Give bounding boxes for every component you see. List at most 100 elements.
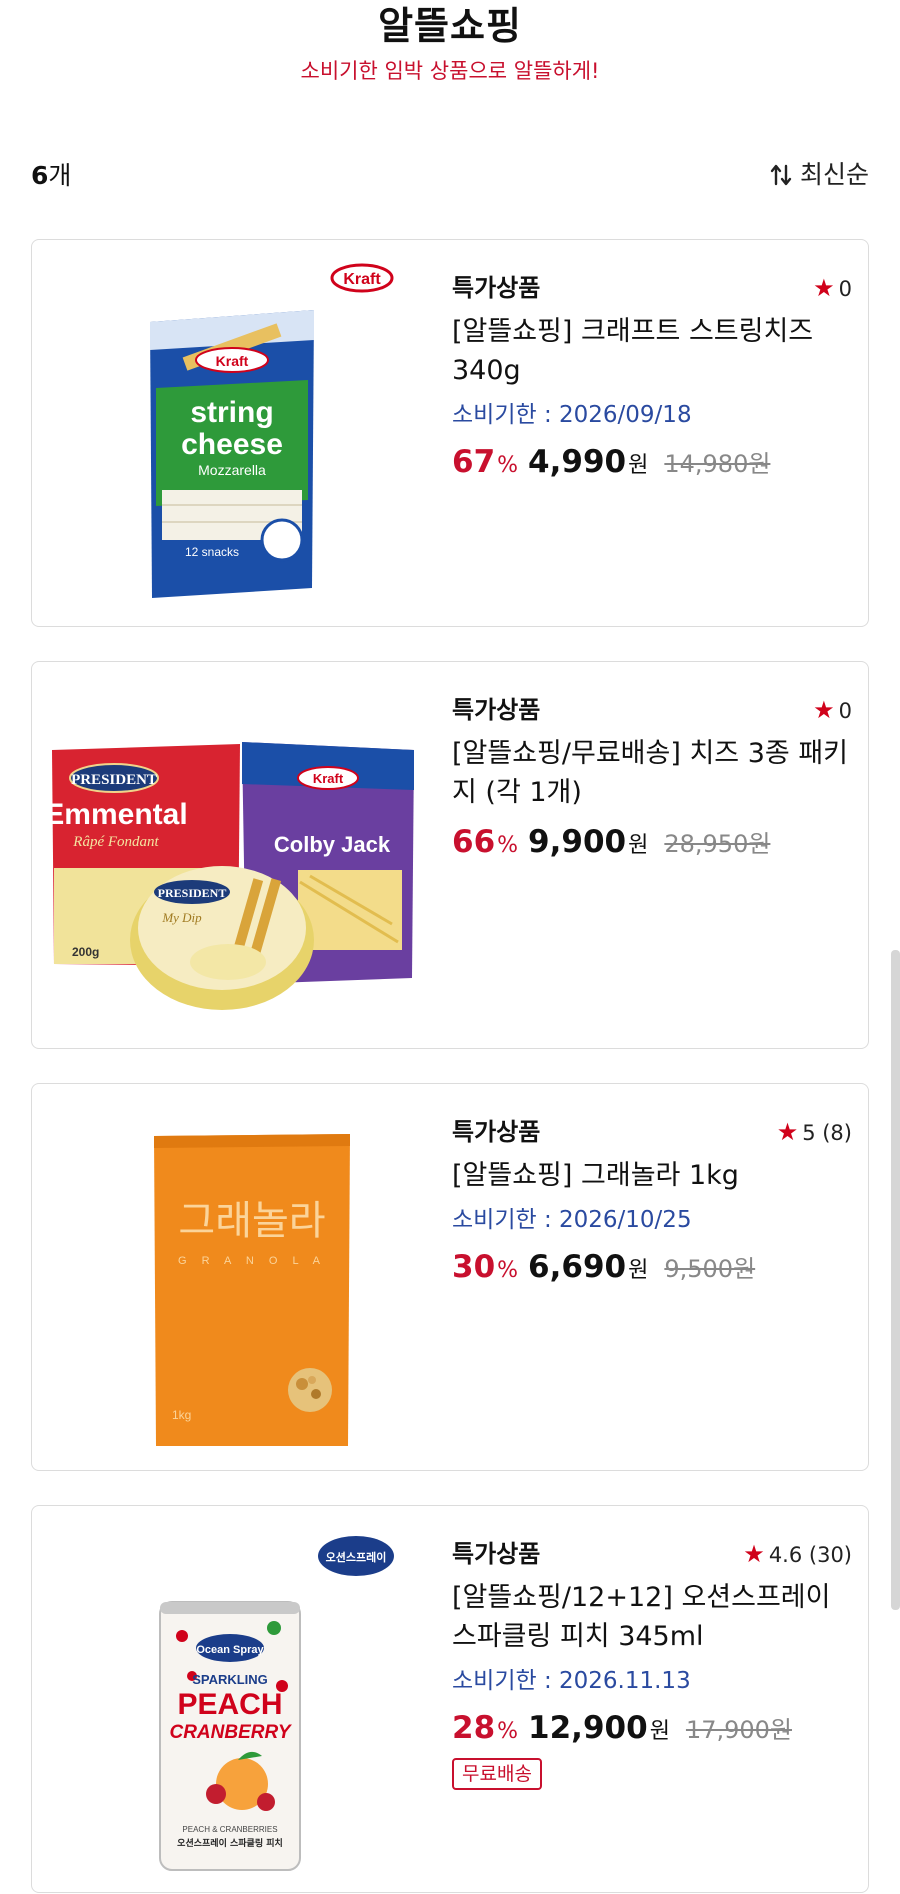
- granola-english-title: G R A N O L A: [178, 1255, 326, 1267]
- percent-sign: %: [497, 1258, 519, 1283]
- product-name[interactable]: [알뜰쇼핑] 크래프트 스트링치즈 340g: [452, 312, 852, 390]
- badge-row: 특가상품 ★ 5 (8): [452, 1112, 852, 1152]
- product-card[interactable]: Kraft Kraft string cheese Mozzarella 12 …: [31, 239, 869, 627]
- cranberry-label: CRANBERRY: [169, 1722, 292, 1743]
- ocean-spray-logo: 오션스프레이: [326, 1550, 387, 1564]
- expiry-date: 소비기한 : 2026.11.13: [452, 1668, 691, 1694]
- list-toolbar: 6개 최신순: [31, 152, 869, 200]
- badge-row: 특가상품 ★ 4.6 (30): [452, 1534, 852, 1574]
- badge-row: 특가상품 ★ 0: [452, 268, 852, 308]
- rating-value: 4.6 (30): [768, 1543, 852, 1567]
- won-unit: 원: [628, 1258, 649, 1283]
- star-icon: ★: [813, 274, 835, 302]
- star-icon: ★: [776, 1118, 799, 1146]
- sale-price: 6,690원: [528, 1249, 648, 1285]
- sale-price: 12,900원: [528, 1710, 670, 1746]
- expiry-date: 소비기한 : 2026/09/18: [452, 402, 692, 428]
- badge-row: 특가상품 ★ 0: [452, 690, 852, 730]
- rating: ★ 0: [813, 690, 852, 731]
- product-name[interactable]: [알뜰쇼핑] 그래놀라 1kg: [452, 1156, 852, 1195]
- won-unit: 원: [628, 833, 649, 858]
- president-logo-2: PRESIDENT: [158, 886, 227, 900]
- product-image[interactable]: 그래놀라 G R A N O L A 1kg: [42, 1094, 452, 1460]
- discount-value: 30: [452, 1249, 496, 1285]
- product-image[interactable]: 오션스프레이 Ocean Spray SPARKLING PEACH CRANB…: [42, 1516, 452, 1882]
- item-count-number: 6: [31, 161, 49, 190]
- peach-label: PEACH: [177, 1688, 282, 1721]
- rating-value: 0: [838, 277, 852, 301]
- sale-price-value: 9,900: [528, 824, 627, 860]
- percent-sign: %: [497, 833, 519, 858]
- percent-sign: %: [497, 1719, 519, 1744]
- sparkling-label: SPARKLING: [192, 1672, 268, 1687]
- page-title: 알뜰쇼핑: [378, 4, 522, 48]
- discount-rate: 67%: [452, 444, 518, 480]
- discount-value: 67: [452, 444, 496, 480]
- expiry-date: 소비기한 : 2026/10/25: [452, 1207, 692, 1233]
- sort-arrows-icon: [770, 163, 792, 187]
- granola-korean-title: 그래놀라: [178, 1198, 325, 1244]
- ocean-spray-can-logo: Ocean Spray: [196, 1644, 264, 1656]
- price-row: 30% 6,690원 9,500원: [452, 1249, 852, 1285]
- discount-value: 28: [452, 1710, 496, 1746]
- won-unit: 원: [628, 453, 649, 478]
- percent-sign: %: [497, 453, 519, 478]
- product-card[interactable]: 오션스프레이 Ocean Spray SPARKLING PEACH CRANB…: [31, 1505, 869, 1893]
- peach-cranberries-label: PEACH & CRANBERRIES: [182, 1825, 277, 1834]
- rating-value: 0: [838, 699, 852, 723]
- my-dip-label: My Dip: [161, 910, 202, 925]
- emmental-label: Emmental: [44, 798, 187, 831]
- sale-price: 9,900원: [528, 824, 648, 860]
- rating: ★ 4.6 (30): [743, 1534, 852, 1575]
- star-icon: ★: [743, 1540, 765, 1568]
- rating: ★ 0: [813, 268, 852, 309]
- pack-text-mozzarella: Mozzarella: [198, 462, 266, 478]
- product-info: 특가상품 ★ 0 [알뜰쇼핑] 크래프트 스트링치즈 340g 소비기한 : 20…: [452, 268, 852, 480]
- sort-label: 최신순: [799, 160, 869, 189]
- granola-weight: 1kg: [172, 1408, 191, 1422]
- rape-fondant-label: Râpé Fondant: [72, 834, 159, 850]
- colby-jack-label: Colby Jack: [274, 832, 391, 857]
- won-unit: 원: [649, 1719, 670, 1744]
- price-row: 28% 12,900원 17,900원: [452, 1710, 852, 1746]
- special-badge: 특가상품: [452, 696, 541, 724]
- product-name[interactable]: [알뜰쇼핑/12+12] 오션스프레이 스파클링 피치 345ml: [452, 1578, 852, 1656]
- product-name[interactable]: [알뜰쇼핑/무료배송] 치즈 3종 패키지 (각 1개): [452, 734, 852, 812]
- special-badge: 특가상품: [452, 274, 541, 302]
- special-badge: 특가상품: [452, 1118, 541, 1146]
- price-row: 67% 4,990원 14,980원: [452, 444, 852, 480]
- product-info: 특가상품 ★ 0 [알뜰쇼핑/무료배송] 치즈 3종 패키지 (각 1개) 66%…: [452, 690, 852, 860]
- president-logo-1: PRESIDENT: [71, 772, 157, 788]
- kraft-pack-logo: Kraft: [216, 353, 249, 369]
- page-subtitle: 소비기한 임박 상품으로 알뜰하게!: [300, 59, 600, 83]
- free-shipping-tag: 무료배송: [452, 1758, 542, 1790]
- price-row: 66% 9,900원 28,950원: [452, 824, 852, 860]
- pack-text-snacks: 12 snacks: [185, 545, 239, 559]
- original-price: 9,500원: [664, 1255, 756, 1283]
- item-count-unit: 개: [48, 161, 72, 190]
- sort-button[interactable]: 최신순: [770, 158, 869, 192]
- product-card[interactable]: PRESIDENT Emmental Râpé Fondant 200g Kra…: [31, 661, 869, 1049]
- rating: ★ 5 (8): [777, 1112, 852, 1153]
- discount-rate: 28%: [452, 1710, 518, 1746]
- sale-price: 4,990원: [528, 444, 648, 480]
- discount-value: 66: [452, 824, 496, 860]
- product-image[interactable]: PRESIDENT Emmental Râpé Fondant 200g Kra…: [42, 672, 452, 1038]
- brand-logo-text: Kraft: [343, 271, 381, 288]
- page-header: 알뜰쇼핑 소비기한 임박 상품으로 알뜰하게!: [0, 0, 900, 110]
- discount-rate: 30%: [452, 1249, 518, 1285]
- rating-value: 5 (8): [802, 1121, 852, 1145]
- product-card[interactable]: 그래놀라 G R A N O L A 1kg 특가상품 ★ 5 (8) [알뜰쇼핑…: [31, 1083, 869, 1471]
- product-image[interactable]: Kraft Kraft string cheese Mozzarella 12 …: [42, 250, 452, 616]
- product-info: 특가상품 ★ 4.6 (30) [알뜰쇼핑/12+12] 오션스프레이 스파클링 …: [452, 1534, 852, 1790]
- special-badge: 특가상품: [452, 1540, 541, 1568]
- can-korean-name: 오션스프레이 스파클링 피치: [177, 1837, 283, 1849]
- sale-price-value: 6,690: [528, 1249, 627, 1285]
- scrollbar[interactable]: [891, 950, 900, 1610]
- sale-price-value: 12,900: [528, 1710, 648, 1746]
- pack-text-string: string: [190, 396, 273, 429]
- pack-text-cheese: cheese: [181, 428, 283, 461]
- star-icon: ★: [813, 696, 835, 724]
- weight-label: 200g: [72, 945, 99, 959]
- discount-rate: 66%: [452, 824, 518, 860]
